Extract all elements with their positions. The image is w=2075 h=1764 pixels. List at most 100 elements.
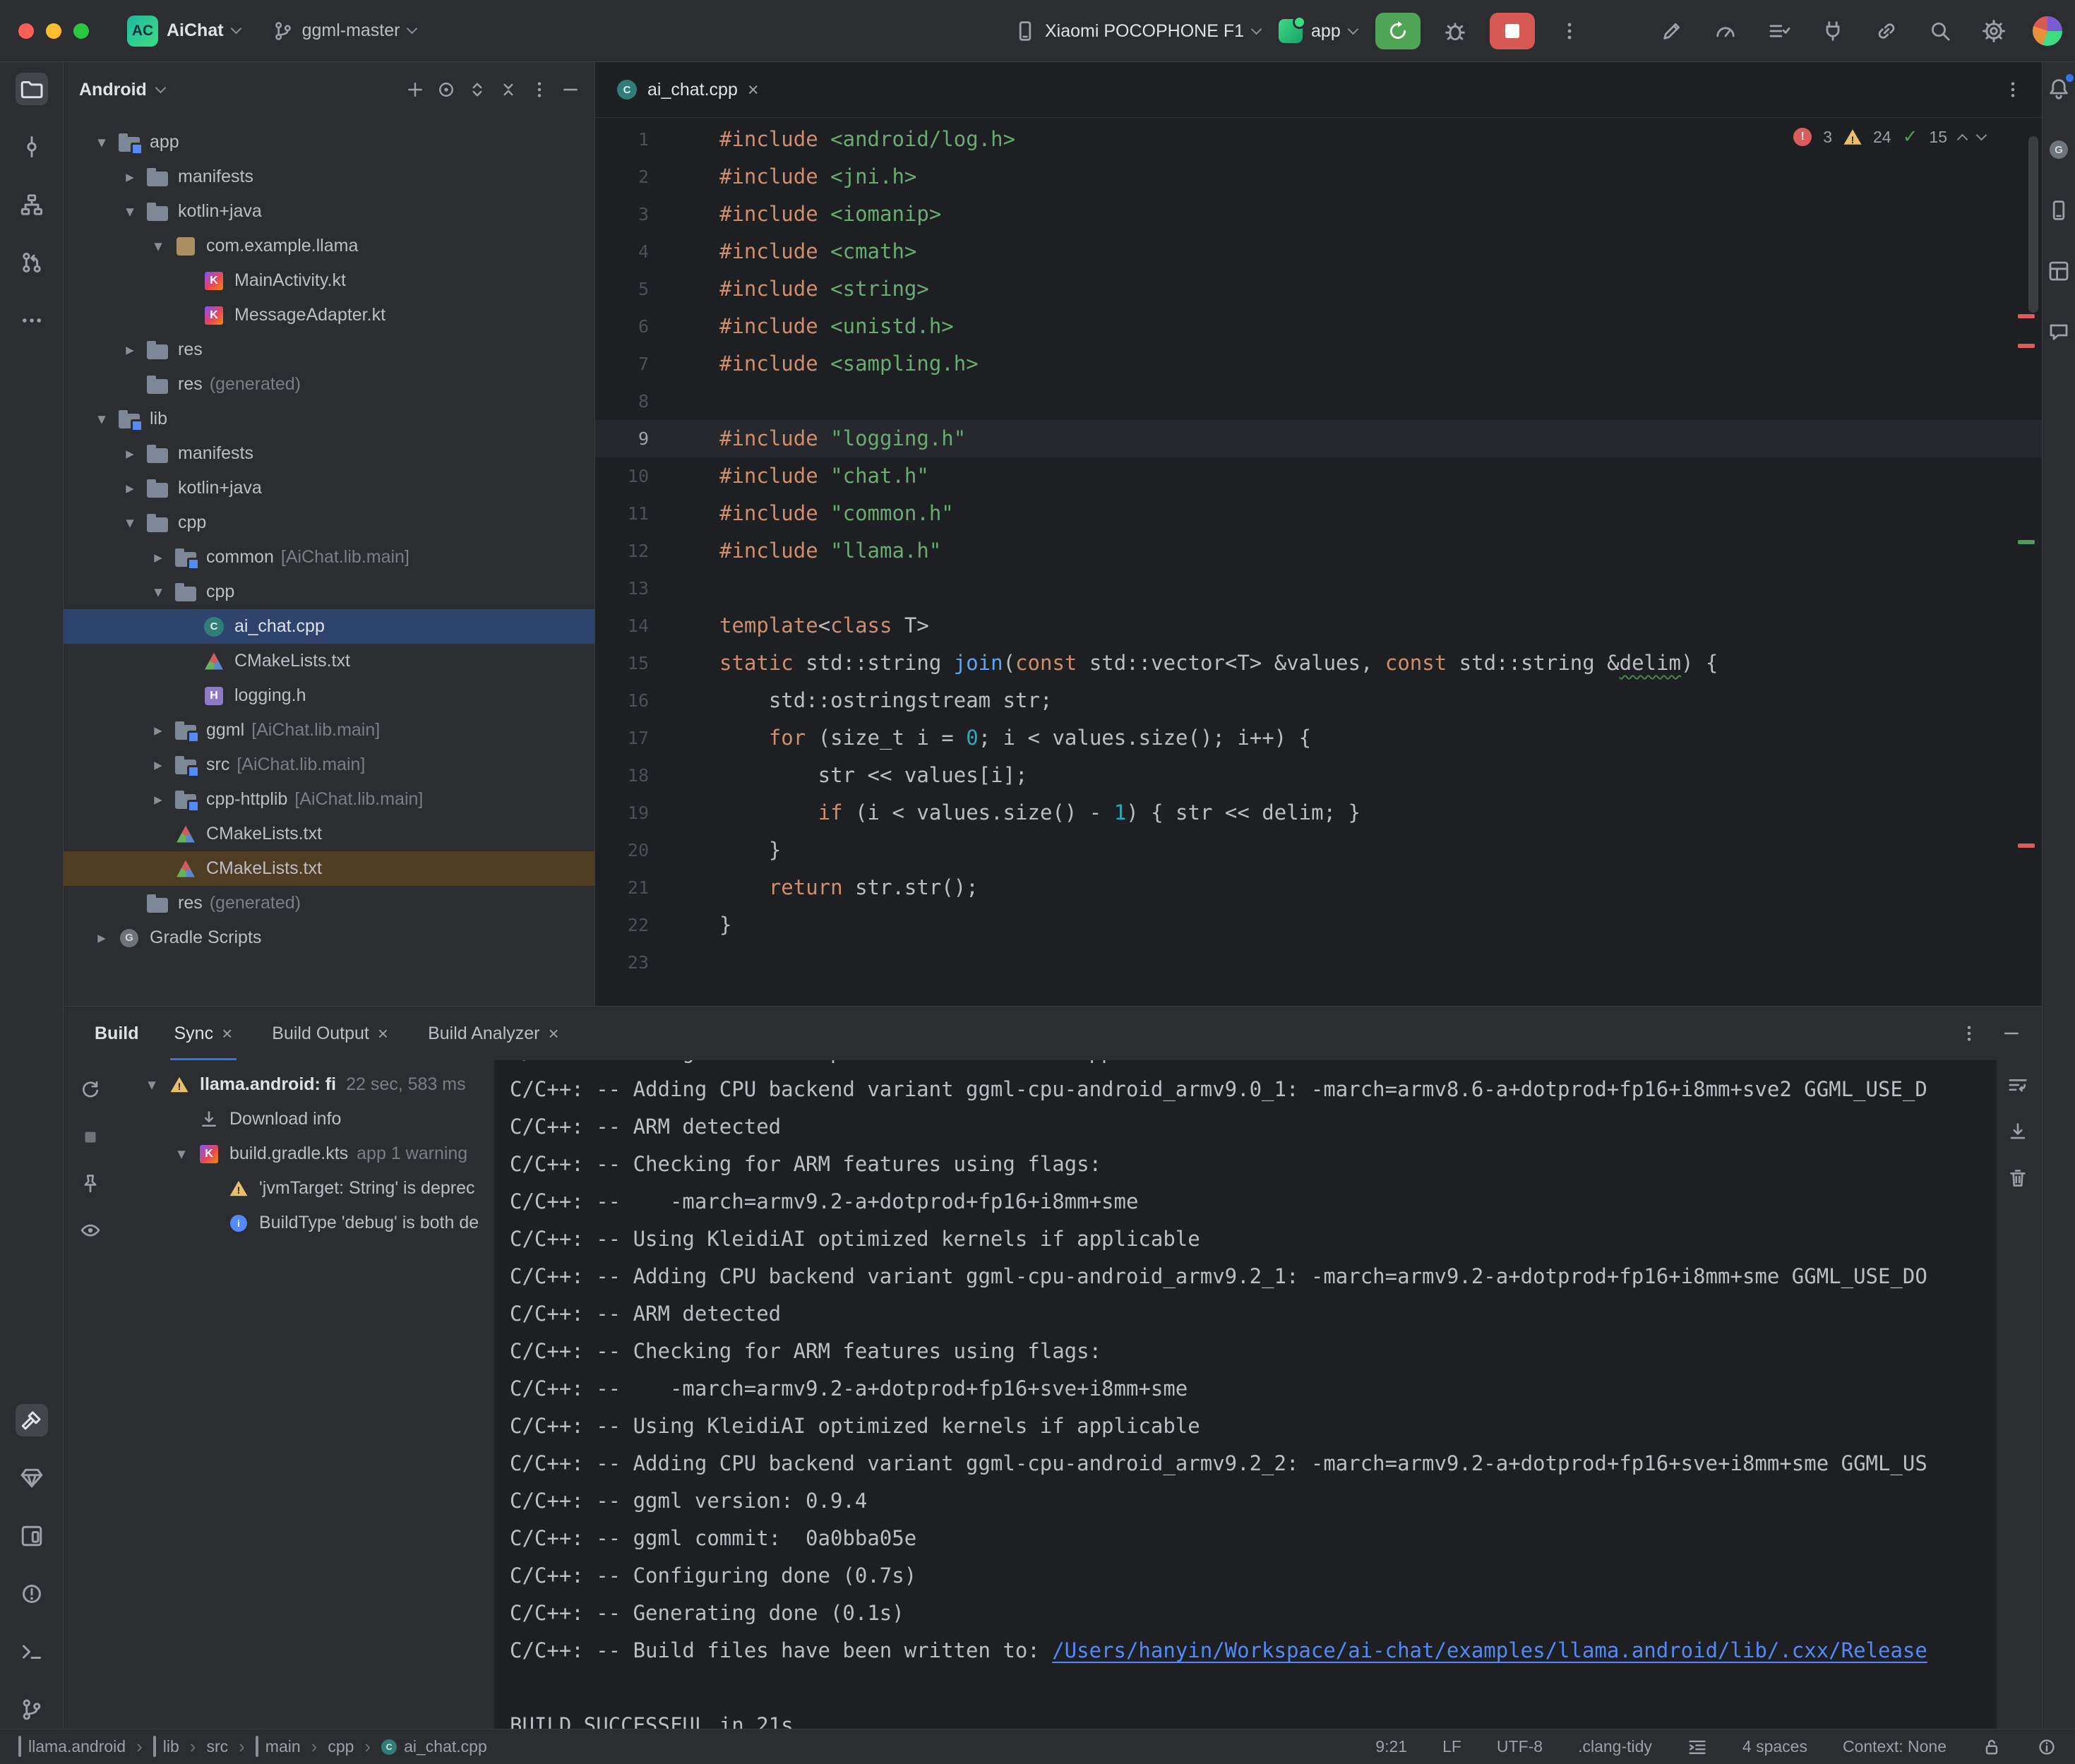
sync-item-buildtype-debug-is-both-de[interactable]: iBuildType 'debug' is both de	[116, 1206, 494, 1240]
code-line-7[interactable]: 7#include <sampling.h>	[595, 345, 2042, 383]
code-line-20[interactable]: 20 }	[595, 832, 2042, 869]
change-stripe-mark[interactable]	[2018, 540, 2035, 544]
breadcrumb-main[interactable]: main	[256, 1737, 301, 1756]
caret-position[interactable]: 9:21	[1375, 1737, 1407, 1756]
minimize-window-button[interactable]	[46, 23, 61, 39]
clang-tidy-widget[interactable]: .clang-tidy	[1578, 1737, 1652, 1756]
chevron-open-icon[interactable]: ▾	[88, 410, 116, 428]
version-control-tool-button[interactable]	[16, 1693, 48, 1726]
tree-item-kotlin-java[interactable]: ▾kotlin+java	[64, 194, 594, 229]
tree-item-cpp-httplib[interactable]: ▸cpp-httplib[AiChat.lib.main]	[64, 782, 594, 817]
code-line-10[interactable]: 10#include "chat.h"	[595, 457, 2042, 495]
chevron-closed-icon[interactable]: ▸	[144, 548, 172, 567]
stop-sync-button[interactable]	[74, 1121, 107, 1153]
line-number[interactable]: 19	[595, 794, 660, 832]
terminal-tool-button[interactable]	[16, 1636, 48, 1668]
line-number[interactable]: 17	[595, 719, 660, 757]
chevron-closed-icon[interactable]: ▸	[116, 445, 144, 463]
chevron-open-icon[interactable]: ▾	[144, 583, 172, 601]
line-number[interactable]: 12	[595, 532, 660, 570]
lock-icon[interactable]	[1982, 1737, 2002, 1757]
locate-file-button[interactable]	[432, 76, 460, 104]
hide-panel-button[interactable]	[556, 76, 585, 104]
close-tab-icon[interactable]: ×	[378, 1023, 388, 1045]
tree-item-ggml[interactable]: ▸ggml[AiChat.lib.main]	[64, 713, 594, 748]
hide-build-panel-button[interactable]	[1995, 1017, 2028, 1050]
scroll-to-end-button[interactable]	[2002, 1115, 2034, 1148]
build-console[interactable]: C/C++: -- Using KleidiAI optimized kerne…	[494, 1060, 1997, 1729]
build-tab-build-analyzer[interactable]: Build Analyzer×	[424, 1007, 563, 1060]
notifications-button[interactable]	[2043, 73, 2075, 105]
breadcrumb-llama-android[interactable]: llama.android	[18, 1737, 126, 1756]
assistant-tool-button[interactable]	[2043, 316, 2075, 348]
tree-item-lib[interactable]: ▾lib	[64, 402, 594, 436]
code-line-5[interactable]: 5#include <string>	[595, 270, 2042, 308]
more-tool-windows-button[interactable]	[16, 304, 48, 337]
tree-item-cpp[interactable]: ▾cpp	[64, 505, 594, 540]
tree-item-src[interactable]: ▸src[AiChat.lib.main]	[64, 748, 594, 782]
error-stripe-mark[interactable]	[2018, 344, 2035, 348]
line-number[interactable]: 20	[595, 832, 660, 869]
breadcrumb-src[interactable]: src	[206, 1737, 228, 1756]
sync-item-llama-android-fi[interactable]: ▾!llama.android: fi22 sec, 583 ms	[116, 1067, 494, 1102]
tree-item-manifests[interactable]: ▸manifests	[64, 160, 594, 194]
gradle-tool-button[interactable]: G	[2043, 133, 2075, 166]
zoom-window-button[interactable]	[73, 23, 89, 39]
code-line-6[interactable]: 6#include <unistd.h>	[595, 308, 2042, 345]
dependencies-tool-button[interactable]	[16, 1462, 48, 1494]
editor-tab-options-button[interactable]	[1997, 73, 2029, 106]
chevron-closed-icon[interactable]: ▸	[144, 756, 172, 774]
line-number[interactable]: 3	[595, 196, 660, 233]
chevron-open-icon[interactable]: ▾	[138, 1076, 166, 1094]
code-line-14[interactable]: 14template<class T>	[595, 607, 2042, 644]
pin-button[interactable]	[74, 1168, 107, 1200]
line-number[interactable]: 23	[595, 944, 660, 981]
build-output-link[interactable]: /Users/hanyin/Workspace/ai-chat/examples…	[1052, 1632, 1927, 1669]
device-explorer-tool-button[interactable]	[2043, 194, 2075, 227]
code-line-11[interactable]: 11#include "common.h"	[595, 495, 2042, 532]
line-number[interactable]: 8	[595, 383, 660, 420]
new-file-button[interactable]	[401, 76, 429, 104]
debug-button[interactable]	[1439, 15, 1471, 47]
chevron-open-icon[interactable]: ▾	[167, 1145, 196, 1163]
tree-item-cmakelists-txt[interactable]: CMakeLists.txt	[64, 644, 594, 678]
vcs-branch-selector[interactable]: ggml-master	[273, 20, 417, 42]
code-line-13[interactable]: 13	[595, 570, 2042, 607]
stop-button[interactable]	[1490, 13, 1535, 49]
tree-item-app[interactable]: ▾app	[64, 125, 594, 160]
profile-button[interactable]	[2031, 15, 2064, 47]
line-number[interactable]: 21	[595, 869, 660, 906]
context-widget[interactable]: Context: None	[1843, 1737, 1947, 1756]
build-tab-build-output[interactable]: Build Output×	[268, 1007, 393, 1060]
code-line-3[interactable]: 3#include <iomanip>	[595, 196, 2042, 233]
project-tool-button[interactable]	[16, 73, 48, 105]
chevron-closed-icon[interactable]: ▸	[116, 341, 144, 359]
code-line-17[interactable]: 17 for (size_t i = 0; i < values.size();…	[595, 719, 2042, 757]
run-button[interactable]	[1375, 13, 1421, 49]
expand-all-button[interactable]	[463, 76, 491, 104]
breadcrumb-ai-chat-cpp[interactable]: Cai_chat.cpp	[381, 1737, 487, 1756]
edit-actions-button[interactable]	[1656, 15, 1688, 47]
line-number[interactable]: 10	[595, 457, 660, 495]
line-number[interactable]: 7	[595, 345, 660, 383]
tree-item-kotlin-java[interactable]: ▸kotlin+java	[64, 471, 594, 505]
close-tab-icon[interactable]: ×	[222, 1023, 232, 1045]
close-tab-icon[interactable]: ×	[549, 1023, 559, 1045]
tree-item-com-example-llama[interactable]: ▾com.example.llama	[64, 229, 594, 263]
chevron-open-icon[interactable]: ▾	[116, 514, 144, 532]
run-configuration-selector[interactable]: app	[1279, 19, 1357, 43]
line-number[interactable]: 22	[595, 906, 660, 944]
tree-item-cpp[interactable]: ▾cpp	[64, 575, 594, 609]
line-number[interactable]: 1	[595, 121, 660, 158]
line-number[interactable]: 9	[595, 420, 660, 457]
project-view-selector[interactable]: Android	[79, 80, 165, 100]
tree-item-res[interactable]: res(generated)	[64, 367, 594, 402]
problems-tool-button[interactable]	[16, 1578, 48, 1610]
show-details-button[interactable]	[74, 1214, 107, 1247]
tree-item-res[interactable]: ▸res	[64, 332, 594, 367]
tree-item-ai-chat-cpp[interactable]: Cai_chat.cpp	[64, 609, 594, 644]
task-list-button[interactable]	[1763, 15, 1795, 47]
tree-item-messageadapter-kt[interactable]: KMessageAdapter.kt	[64, 298, 594, 332]
error-stripe-mark[interactable]	[2018, 314, 2035, 318]
pull-requests-tool-button[interactable]	[16, 246, 48, 279]
